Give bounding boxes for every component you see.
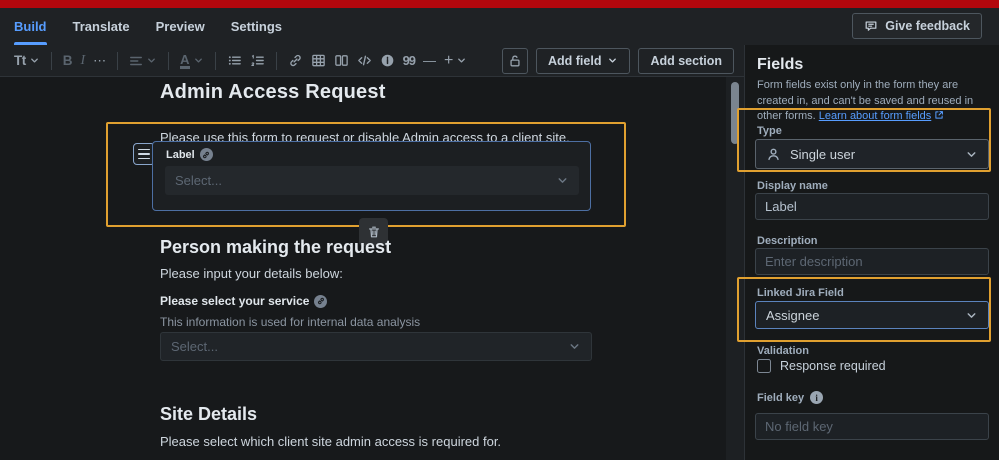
text-style-dropdown[interactable]: Tt [10, 51, 44, 70]
code-button[interactable] [353, 51, 376, 70]
top-banner [0, 0, 999, 8]
display-name-label: Display name [757, 180, 828, 192]
add-section-label: Add section [650, 53, 722, 68]
info-icon [381, 54, 393, 67]
chevron-down-icon [148, 58, 156, 63]
link-icon [289, 54, 301, 67]
tab-settings[interactable]: Settings [231, 8, 282, 45]
text-style-label: Tt [14, 53, 26, 68]
field-label-row: Label [153, 142, 590, 161]
columns-icon [334, 55, 348, 66]
response-required-row[interactable]: Response required [757, 359, 886, 373]
more-formatting-button[interactable]: ⋯ [89, 51, 110, 71]
divider-button[interactable]: — [419, 51, 440, 70]
bullet-list-icon [228, 56, 241, 65]
tab-build[interactable]: Build [14, 8, 47, 45]
chevron-down-icon [194, 58, 202, 63]
linked-field-icon [199, 148, 213, 161]
table-button[interactable] [307, 51, 330, 70]
linked-jira-field-dropdown[interactable]: Assignee [755, 301, 989, 329]
response-required-label: Response required [780, 359, 886, 373]
toolbar-separator [117, 51, 119, 70]
description-input[interactable] [755, 248, 989, 275]
header-bar: Build Translate Preview Settings Give fe… [0, 8, 999, 45]
section-description-site: Please select which client site admin ac… [160, 434, 502, 449]
section-title-person: Person making the request [160, 237, 392, 257]
insert-more-dropdown[interactable]: + [440, 50, 471, 72]
info-panel-button[interactable] [376, 51, 399, 70]
table-icon [311, 54, 325, 67]
type-value: Single user [790, 146, 856, 162]
toolbar-actions: Add field Add section [501, 47, 734, 74]
text-color-dropdown[interactable]: A [176, 50, 207, 71]
toolbar-separator [214, 51, 216, 70]
code-icon [357, 55, 371, 66]
field-select-dropdown[interactable]: Select... [165, 166, 579, 195]
info-icon[interactable]: i [810, 391, 824, 404]
add-section-button[interactable]: Add section [638, 47, 734, 74]
section-description-person: Please input your details below: [160, 266, 343, 281]
select-placeholder: Select... [175, 173, 222, 188]
select-placeholder: Select... [171, 339, 218, 354]
linked-field-icon [314, 294, 328, 308]
layouts-button[interactable] [330, 51, 353, 70]
display-name-input[interactable] [755, 193, 989, 220]
chevron-down-icon [556, 174, 569, 187]
chevron-down-icon [609, 58, 617, 63]
linked-jira-field-value: Assignee [766, 307, 820, 323]
numbered-list-icon [250, 54, 264, 66]
quote-button[interactable]: 99 [399, 51, 419, 70]
toolbar-separator [275, 51, 277, 70]
panel-title: Fields [757, 56, 804, 73]
feedback-icon [864, 19, 878, 33]
chevron-down-icon [965, 148, 978, 161]
field-key-input[interactable] [755, 413, 989, 440]
response-required-checkbox[interactable] [757, 359, 771, 373]
numbered-list-button[interactable] [246, 51, 269, 70]
field-key-label-row: Field key i [757, 391, 824, 404]
toolbar-separator [168, 51, 170, 70]
chevron-down-icon [568, 340, 581, 353]
service-field-help: This information is used for internal da… [160, 315, 421, 329]
link-button[interactable] [284, 51, 307, 70]
selected-field-card[interactable]: Label Select... [152, 141, 591, 211]
section-title-site: Site Details [160, 404, 258, 424]
feedback-label: Give feedback [885, 19, 970, 33]
add-field-button[interactable]: Add field [535, 47, 631, 74]
tab-translate[interactable]: Translate [73, 8, 130, 45]
fields-panel: Fields Form fields exist only in the for… [737, 45, 999, 460]
bold-button[interactable]: B [59, 51, 77, 70]
form-canvas: Admin Access Request Please use this for… [0, 77, 744, 460]
service-select-dropdown[interactable]: Select... [160, 332, 592, 361]
type-label: Type [757, 125, 782, 137]
form-builder-app: Build Translate Preview Settings Give fe… [0, 0, 999, 460]
validation-label: Validation [757, 345, 809, 357]
unlock-icon [510, 55, 520, 66]
align-left-icon [130, 56, 143, 65]
field-key-label: Field key [757, 391, 805, 404]
bullet-list-button[interactable] [223, 51, 246, 70]
type-select-dropdown[interactable]: Single user [755, 139, 989, 169]
alignment-dropdown[interactable] [125, 52, 161, 70]
chevron-down-icon [458, 58, 466, 63]
give-feedback-button[interactable]: Give feedback [852, 13, 982, 39]
lock-button[interactable] [501, 47, 528, 74]
nav-tabs: Build Translate Preview Settings [0, 8, 282, 45]
tab-preview[interactable]: Preview [156, 8, 205, 45]
linked-jira-field-label: Linked Jira Field [757, 287, 844, 299]
form-title: Admin Access Request [160, 81, 386, 103]
toolbar-separator [50, 51, 52, 70]
plus-icon: + [444, 51, 454, 69]
chevron-down-icon [965, 309, 978, 322]
chevron-down-icon [30, 58, 38, 63]
editor-toolbar: Tt B I ⋯ A 99 — + Add field Add section [0, 45, 744, 77]
add-field-label: Add field [547, 53, 602, 68]
field-label: Label [166, 148, 195, 161]
service-field-label: Please select your service [160, 294, 310, 308]
text-color-letter: A [180, 52, 190, 69]
user-icon [768, 148, 779, 160]
service-field-label-row: Please select your service [160, 294, 328, 308]
description-label: Description [757, 235, 818, 247]
italic-button[interactable]: I [77, 51, 90, 71]
